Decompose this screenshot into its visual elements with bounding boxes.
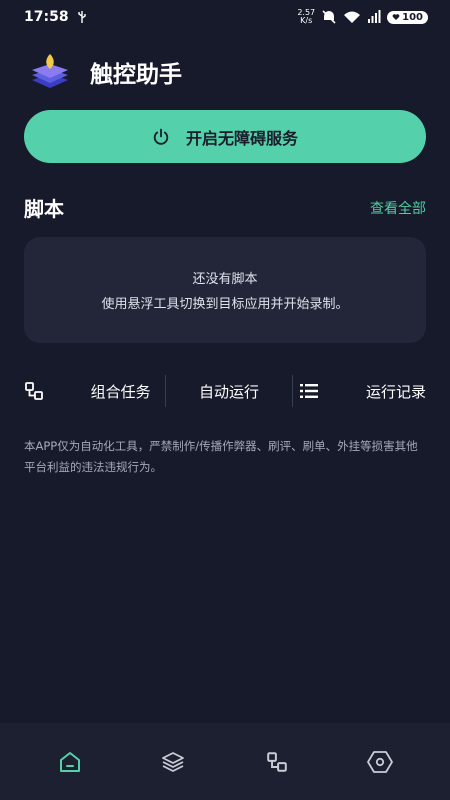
- empty-scripts-title: 还没有脚本: [192, 272, 258, 287]
- start-service-label: 开启无障碍服务: [185, 128, 298, 148]
- net-speed-unit: K/s: [300, 16, 313, 25]
- app-title: 触控助手: [90, 62, 182, 88]
- heart-icon: [392, 14, 400, 20]
- auto-run-label: 自动运行: [199, 382, 260, 401]
- mute-icon: [322, 10, 336, 24]
- nav-tasks[interactable]: [257, 742, 297, 782]
- status-time: 17:58: [24, 9, 69, 25]
- view-all-link[interactable]: 查看全部: [370, 198, 426, 218]
- auto-run-button[interactable]: 自动运行: [166, 370, 293, 412]
- start-accessibility-service-button[interactable]: 开启无障碍服务: [24, 110, 426, 163]
- status-bar: 17:58 2.57 K/s 100: [0, 0, 450, 34]
- empty-scripts-card: 还没有脚本 使用悬浮工具切换到目标应用并开始录制。: [24, 237, 426, 343]
- net-speed: 2.57 K/s: [297, 9, 315, 25]
- run-history-button[interactable]: 运行记录: [293, 370, 426, 412]
- combine-icon: [266, 751, 287, 772]
- layers-icon: [162, 751, 185, 772]
- nav-layers[interactable]: [153, 742, 193, 782]
- list-icon: [300, 384, 319, 398]
- usb-icon: [77, 11, 86, 23]
- battery-indicator: 100: [387, 10, 428, 24]
- nav-home[interactable]: [50, 742, 90, 782]
- wifi-icon: [344, 11, 361, 23]
- scripts-section-title: 脚本: [24, 197, 64, 221]
- run-history-label: 运行记录: [366, 382, 427, 401]
- app-header: 触控助手: [28, 52, 182, 92]
- status-right: 2.57 K/s 100: [297, 9, 428, 25]
- combine-icon: [25, 382, 43, 400]
- combine-task-label: 组合任务: [90, 382, 151, 401]
- disclaimer-text: 本APP仅为自动化工具，严禁制作/传播作弊器、刷评、刷单、外挂等损害其他平台利益…: [24, 439, 418, 474]
- power-icon: [153, 128, 169, 145]
- settings-icon: [367, 750, 394, 773]
- actions-row: 组合任务 自动运行 运行记录: [24, 370, 426, 412]
- bottom-navigation: [0, 723, 450, 800]
- app-logo-icon: [32, 54, 68, 88]
- signal-icon: [368, 10, 381, 23]
- status-left: 17:58: [24, 9, 87, 25]
- nav-settings[interactable]: [360, 742, 400, 782]
- battery-level: 100: [402, 11, 423, 23]
- empty-scripts-description: 使用悬浮工具切换到目标应用并开始录制。: [101, 297, 349, 312]
- combine-task-button[interactable]: 组合任务: [24, 370, 165, 412]
- home-icon: [59, 751, 80, 772]
